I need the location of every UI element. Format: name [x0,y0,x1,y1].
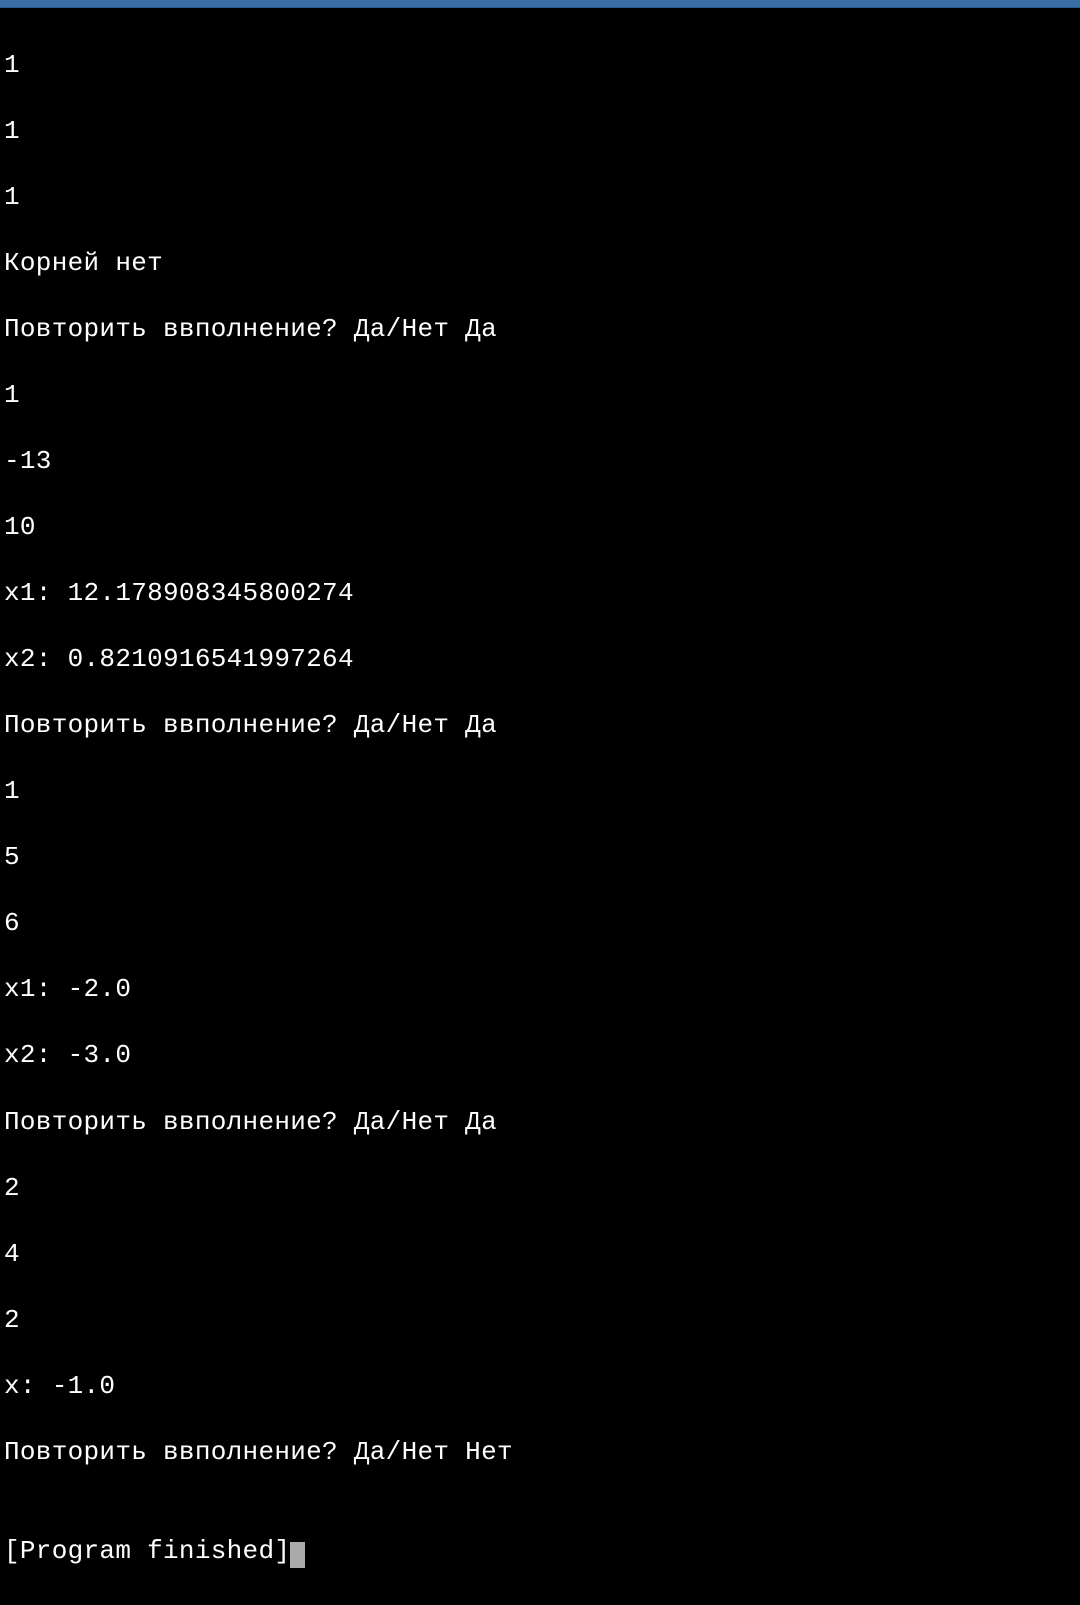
terminal-line-with-cursor: [Program finished] [4,1535,1076,1568]
terminal-output[interactable]: 1 1 1 Корней нет Повторить ввполнение? Д… [0,8,1080,1605]
terminal-line: 10 [4,511,1076,544]
terminal-line: 2 [4,1172,1076,1205]
terminal-line: 4 [4,1238,1076,1271]
terminal-line: x2: 0.8210916541997264 [4,643,1076,676]
terminal-line: Повторить ввполнение? Да/Нет Да [4,313,1076,346]
terminal-line: x: -1.0 [4,1370,1076,1403]
terminal-line: -13 [4,445,1076,478]
terminal-line: 6 [4,907,1076,940]
terminal-line: Повторить ввполнение? Да/Нет Нет [4,1436,1076,1469]
terminal-line: 1 [4,49,1076,82]
terminal-line: Повторить ввполнение? Да/Нет Да [4,1106,1076,1139]
terminal-cursor [290,1542,305,1568]
window-title-bar [0,0,1080,8]
terminal-line: 2 [4,1304,1076,1337]
terminal-line: 1 [4,775,1076,808]
terminal-line: Повторить ввполнение? Да/Нет Да [4,709,1076,742]
terminal-line: Корней нет [4,247,1076,280]
terminal-line: x1: -2.0 [4,973,1076,1006]
terminal-line: x2: -3.0 [4,1039,1076,1072]
terminal-line: 1 [4,181,1076,214]
terminal-line: 1 [4,115,1076,148]
terminal-line: x1: 12.178908345800274 [4,577,1076,610]
terminal-line: 1 [4,379,1076,412]
program-finished-text: [Program finished] [4,1536,290,1566]
terminal-line: 5 [4,841,1076,874]
